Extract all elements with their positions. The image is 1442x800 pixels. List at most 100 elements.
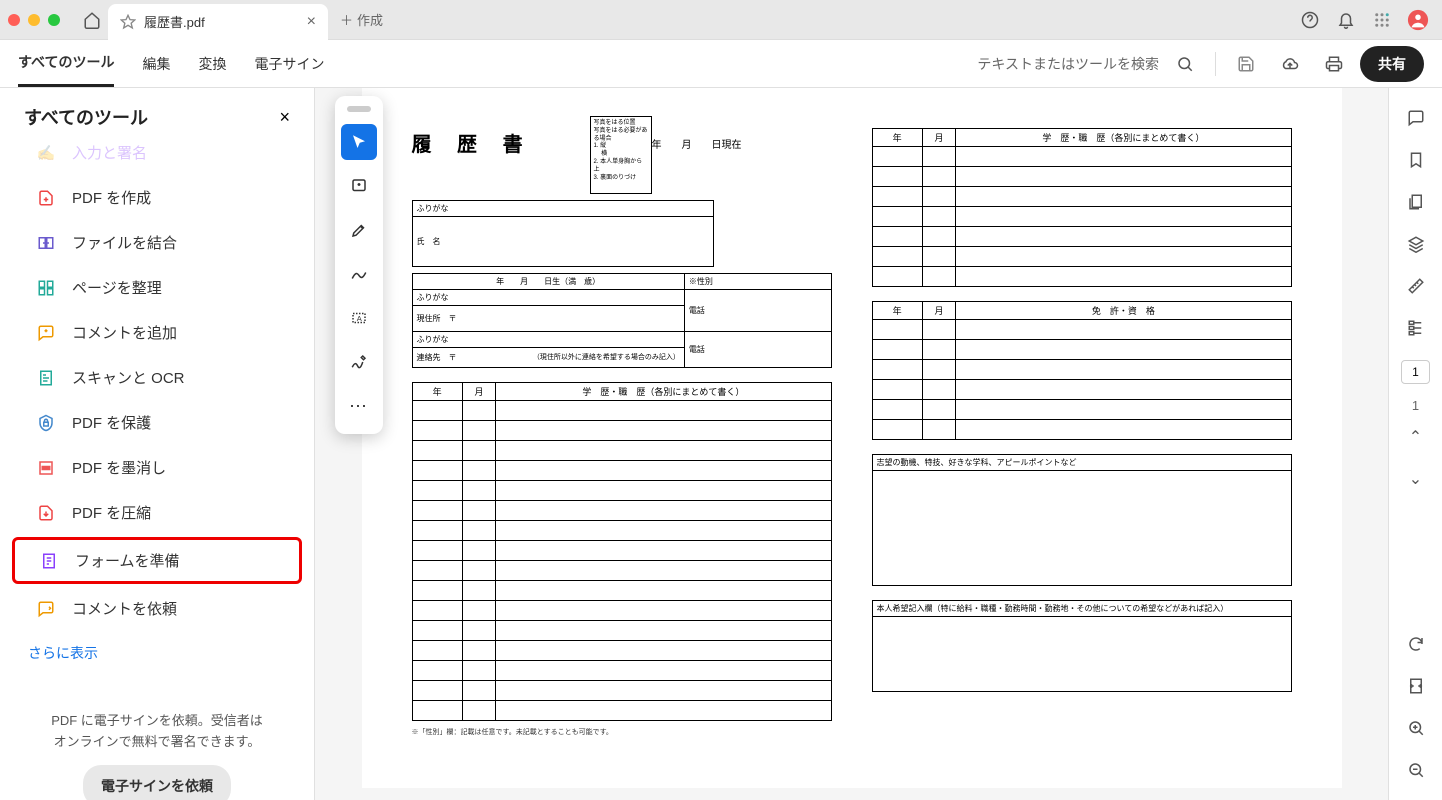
structure-button[interactable] bbox=[1398, 310, 1434, 346]
zoom-in-icon bbox=[1407, 719, 1425, 737]
chevron-up-icon: ⌃ bbox=[1409, 427, 1422, 447]
note-tool[interactable] bbox=[341, 168, 377, 204]
request-esign-button[interactable]: 電子サインを依頼 bbox=[83, 765, 231, 800]
page-total: 1 bbox=[1412, 398, 1419, 413]
tool-redact[interactable]: PDF を墨消し bbox=[12, 447, 302, 488]
print-button[interactable] bbox=[1316, 46, 1352, 82]
tool-label: ページを整理 bbox=[72, 277, 162, 298]
document-viewport[interactable]: A ⋯ 履 歴 書 年 月 日現在 写真をはる位置写真をはる必要がある場合1. … bbox=[315, 88, 1388, 800]
tool-create-pdf[interactable]: PDF を作成 bbox=[12, 177, 302, 218]
tool-label: 入力と署名 bbox=[72, 142, 147, 163]
fit-icon bbox=[1407, 677, 1425, 695]
layers-button[interactable] bbox=[1398, 226, 1434, 262]
select-tool[interactable] bbox=[341, 124, 377, 160]
maximize-window[interactable] bbox=[48, 14, 60, 26]
tool-organize[interactable]: ページを整理 bbox=[12, 267, 302, 308]
doc-title: 履 歴 書 bbox=[412, 128, 533, 157]
apps-button[interactable] bbox=[1366, 4, 1398, 36]
star-icon bbox=[120, 14, 136, 30]
comments-panel-button[interactable] bbox=[1398, 100, 1434, 136]
chat-icon bbox=[1407, 109, 1425, 127]
tools-panel: すべてのツール × ✍入力と署名 PDF を作成 ファイルを結合 ページを整理 … bbox=[0, 88, 315, 800]
form-icon bbox=[39, 551, 59, 571]
more-tools[interactable]: ⋯ bbox=[341, 388, 377, 424]
tool-label: フォームを準備 bbox=[75, 550, 180, 571]
search-label: テキストまたはツールを検索 bbox=[977, 54, 1159, 74]
save-button[interactable] bbox=[1228, 46, 1264, 82]
signature-icon bbox=[350, 353, 368, 371]
tool-fill-sign[interactable]: ✍ 入力と署名 bbox=[12, 132, 302, 173]
footer-text-1: PDF に電子サインを依頼。受信者は bbox=[24, 711, 290, 732]
show-more-link[interactable]: さらに表示 bbox=[0, 631, 314, 675]
tool-add-comment[interactable]: コメントを追加 bbox=[12, 312, 302, 353]
scan-icon bbox=[36, 368, 56, 388]
menu-esign[interactable]: 電子サイン bbox=[254, 42, 324, 86]
sign-tool[interactable] bbox=[341, 344, 377, 380]
minimize-window[interactable] bbox=[28, 14, 40, 26]
tool-request-comment[interactable]: コメントを依頼 bbox=[12, 588, 302, 629]
info-table: 年 月 日生（満 歳）※性別 ふりがな電話 現住所 〒 ふりがな電話 連絡先 〒… bbox=[412, 273, 832, 368]
menu-all-tools[interactable]: すべてのツール bbox=[18, 40, 114, 87]
search-icon bbox=[1176, 55, 1194, 73]
grid-icon bbox=[1373, 11, 1391, 29]
tool-protect[interactable]: PDF を保護 bbox=[12, 402, 302, 443]
highlight-tool[interactable] bbox=[341, 212, 377, 248]
share-button[interactable]: 共有 bbox=[1360, 46, 1424, 82]
tab-title: 履歴書.pdf bbox=[144, 12, 205, 31]
measure-button[interactable] bbox=[1398, 268, 1434, 304]
pages-button[interactable] bbox=[1398, 184, 1434, 220]
textbox-icon: A bbox=[350, 309, 368, 327]
account-button[interactable] bbox=[1402, 4, 1434, 36]
request-comment-icon bbox=[36, 599, 56, 619]
page-up-button[interactable]: ⌃ bbox=[1398, 419, 1434, 455]
tool-scan-ocr[interactable]: スキャンと OCR bbox=[12, 357, 302, 398]
close-tab-button[interactable]: × bbox=[307, 13, 316, 31]
window-controls bbox=[8, 14, 60, 26]
zoom-out-icon bbox=[1407, 761, 1425, 779]
drag-handle[interactable] bbox=[347, 106, 371, 112]
home-button[interactable] bbox=[76, 4, 108, 36]
tool-combine[interactable]: ファイルを結合 bbox=[12, 222, 302, 263]
rotate-button[interactable] bbox=[1398, 626, 1434, 662]
bookmarks-button[interactable] bbox=[1398, 142, 1434, 178]
combine-icon bbox=[36, 233, 56, 253]
menu-edit[interactable]: 編集 bbox=[142, 42, 170, 86]
name-table: ふりがな 氏 名 bbox=[412, 200, 714, 267]
fit-width-button[interactable] bbox=[1398, 668, 1434, 704]
zoom-in-button[interactable] bbox=[1398, 710, 1434, 746]
cloud-button[interactable] bbox=[1272, 46, 1308, 82]
search-button[interactable] bbox=[1167, 46, 1203, 82]
tool-label: ファイルを結合 bbox=[72, 232, 177, 253]
tool-label: PDF を圧縮 bbox=[72, 502, 151, 523]
new-tab-button[interactable]: ＋ 作成 bbox=[328, 4, 395, 35]
close-panel-button[interactable]: × bbox=[279, 107, 290, 128]
panel-title: すべてのツール bbox=[24, 104, 148, 130]
pen-icon: ✍ bbox=[36, 143, 56, 163]
tool-label: PDF を作成 bbox=[72, 187, 151, 208]
comment-icon bbox=[36, 323, 56, 343]
page-down-button[interactable]: ⌄ bbox=[1398, 461, 1434, 497]
create-pdf-icon bbox=[36, 188, 56, 208]
highlighter-icon bbox=[350, 221, 368, 239]
page-current[interactable]: 1 bbox=[1401, 360, 1430, 384]
new-tab-label: 作成 bbox=[357, 10, 383, 29]
document-tab[interactable]: 履歴書.pdf × bbox=[108, 4, 328, 40]
cloud-upload-icon bbox=[1281, 55, 1299, 73]
tool-label: コメントを追加 bbox=[72, 322, 177, 343]
notifications-button[interactable] bbox=[1330, 4, 1362, 36]
textbox-tool[interactable]: A bbox=[341, 300, 377, 336]
menu-convert[interactable]: 変換 bbox=[198, 42, 226, 86]
redact-icon bbox=[36, 458, 56, 478]
close-window[interactable] bbox=[8, 14, 20, 26]
titlebar: 履歴書.pdf × ＋ 作成 bbox=[0, 0, 1442, 40]
tool-prepare-form[interactable]: フォームを準備 bbox=[12, 537, 302, 584]
tree-icon bbox=[1407, 319, 1425, 337]
draw-tool[interactable] bbox=[341, 256, 377, 292]
measure-icon bbox=[1407, 277, 1425, 295]
panel-footer: PDF に電子サインを依頼。受信者は オンラインで無料で署名できます。 電子サイ… bbox=[0, 699, 314, 800]
help-button[interactable] bbox=[1294, 4, 1326, 36]
tool-compress[interactable]: PDF を圧縮 bbox=[12, 492, 302, 533]
avatar-icon bbox=[1407, 9, 1429, 31]
zoom-out-button[interactable] bbox=[1398, 752, 1434, 788]
edu-right-table: 年月学 歴・職 歴（各別にまとめて書く） bbox=[872, 128, 1292, 287]
